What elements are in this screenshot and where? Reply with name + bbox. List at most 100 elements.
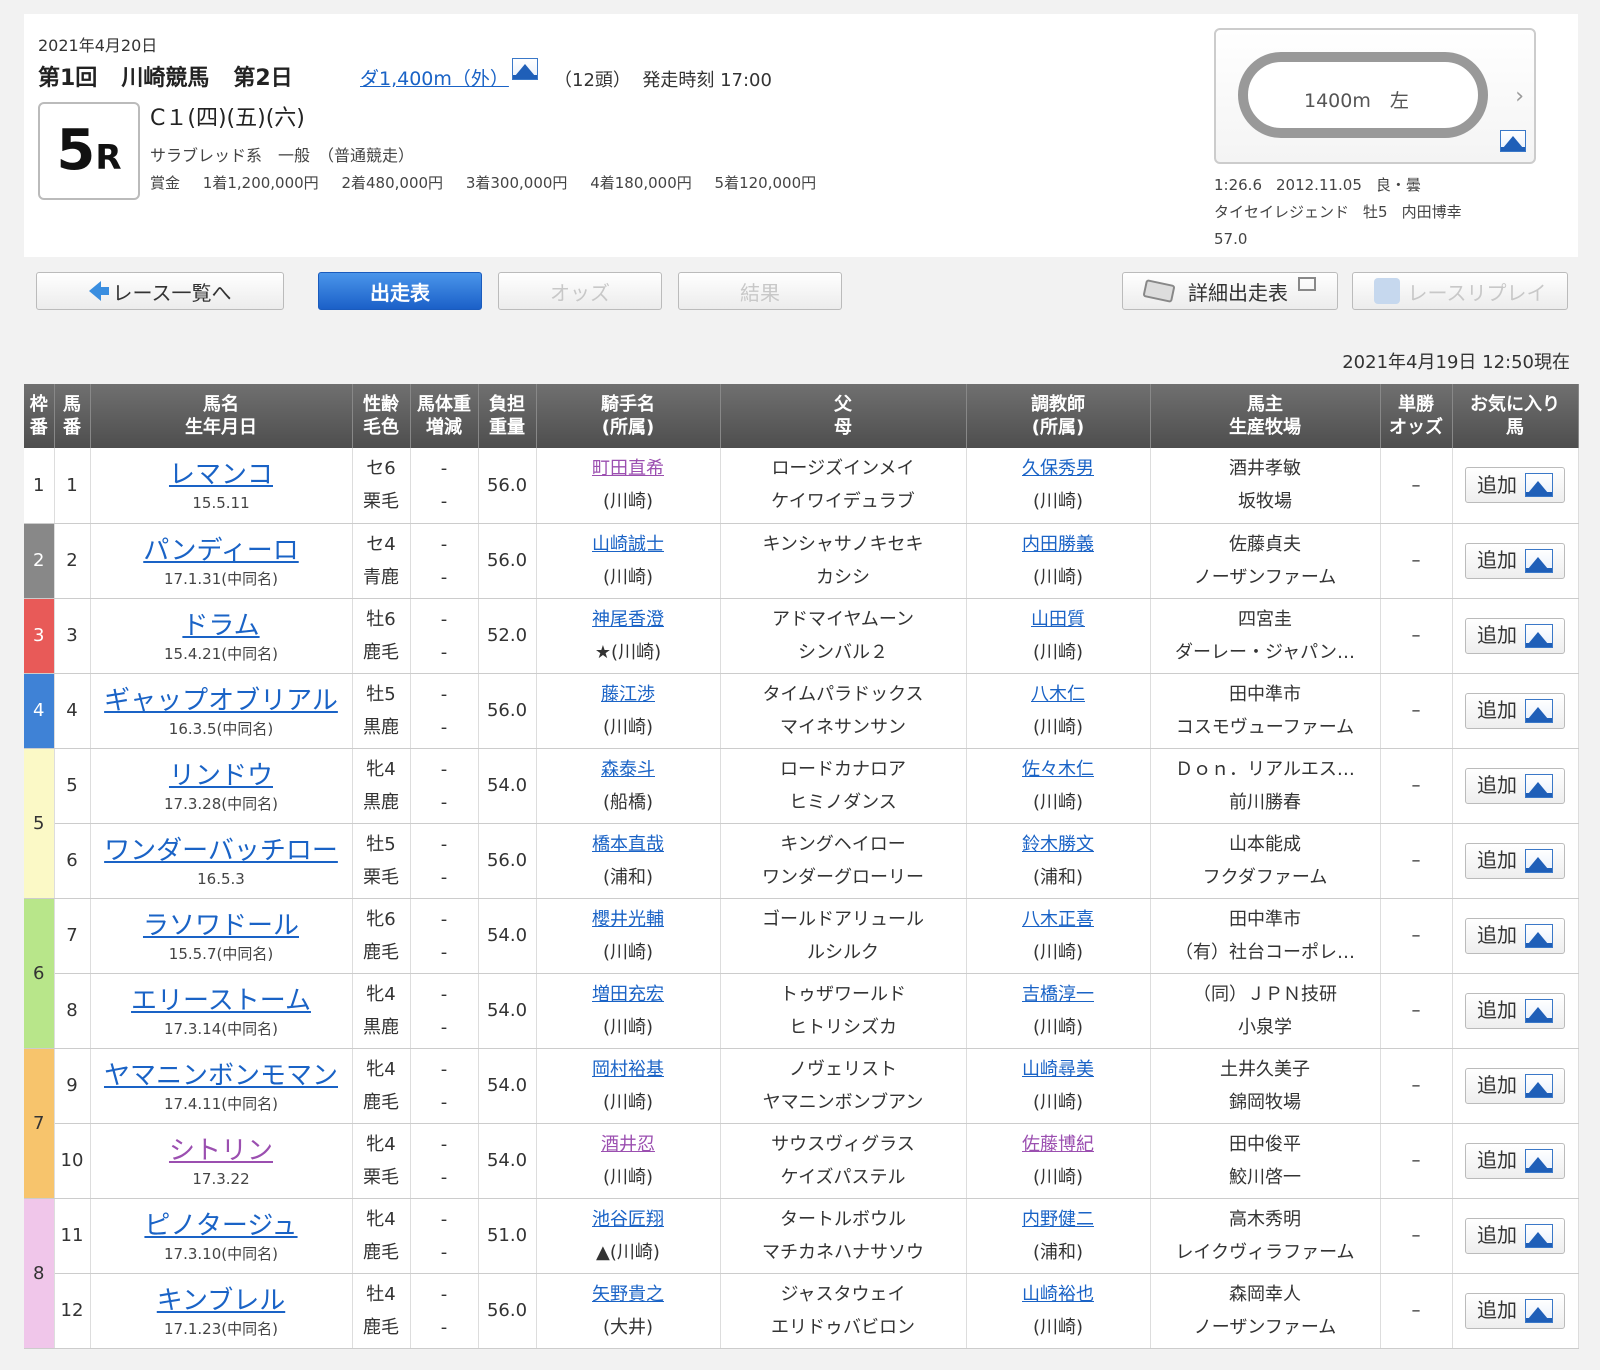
jockey-link[interactable]: 藤江渉 [601, 684, 655, 705]
jockey-link[interactable]: 池谷匠翔 [592, 1209, 664, 1230]
trainer-link[interactable]: 佐藤博紀 [1022, 1134, 1094, 1155]
jockey-cell: 岡村裕基 (川崎) [536, 1048, 721, 1124]
mountain-icon [1525, 1223, 1553, 1248]
jockey-cell: 町田直希 (川崎) [536, 448, 721, 524]
horse-name-link[interactable]: ラソワドール [95, 908, 348, 944]
win-odds: – [1380, 598, 1453, 674]
dam: シンバル２ [798, 641, 888, 663]
trainer-link[interactable]: 久保秀男 [1022, 458, 1094, 479]
add-favorite-button[interactable]: 追加 [1465, 992, 1565, 1029]
jockey-cell: 櫻井光輔 (川崎) [536, 898, 721, 974]
trainer-link[interactable]: 山崎尋美 [1022, 1059, 1094, 1080]
add-favorite-button[interactable]: 追加 [1465, 917, 1565, 954]
horse-name-link[interactable]: シトリン [95, 1133, 348, 1169]
favorite-cell: 追加 [1452, 823, 1579, 899]
horse-name-link[interactable]: ドラム [95, 608, 348, 644]
jockey-link[interactable]: 森泰斗 [601, 759, 655, 780]
record-time: 1:26.6 [1214, 176, 1262, 194]
trainer-link[interactable]: 吉橋淳一 [1022, 984, 1094, 1005]
weight-diff: - [440, 791, 448, 813]
dam: ケイワイデュラブ [771, 491, 915, 513]
col-number: 馬番 [54, 384, 91, 448]
burden-weight: 54.0 [478, 898, 537, 974]
horse-name-link[interactable]: ヤマニンボンモマン [95, 1058, 348, 1094]
horse-name-link[interactable]: レマンコ [95, 457, 348, 493]
sex-age: 牝4 [366, 1208, 396, 1230]
add-favorite-button[interactable]: 追加 [1465, 617, 1565, 654]
add-favorite-button[interactable]: 追加 [1465, 1142, 1565, 1179]
trainer-link[interactable]: 八木仁 [1031, 684, 1085, 705]
horse-name-link[interactable]: キンブレル [95, 1283, 348, 1319]
dam: マイネサンサン [780, 716, 906, 738]
chevron-right-icon[interactable]: › [1515, 84, 1524, 109]
jockey-affiliation: (浦和) [602, 866, 654, 888]
jockey-affiliation: (川崎) [609, 1241, 660, 1263]
trainer-link[interactable]: 佐々木仁 [1022, 759, 1094, 780]
horse-number: 6 [54, 823, 91, 899]
race-type: サラブレッド系 一般 （普通競走） [150, 146, 415, 165]
owner: 田中準市 [1229, 683, 1301, 705]
trainer-link[interactable]: 鈴木勝文 [1022, 834, 1094, 855]
parents-cell: タイムパラドックス マイネサンサン [720, 673, 967, 749]
jockey-link[interactable]: 櫻井光輔 [592, 909, 664, 930]
owner-cell: 酒井孝敏 坂牧場 [1150, 448, 1381, 524]
add-favorite-button[interactable]: 追加 [1465, 1067, 1565, 1104]
trainer-link[interactable]: 八木正喜 [1022, 909, 1094, 930]
tab-odds[interactable]: オッズ [498, 272, 662, 310]
owner: 山本能成 [1229, 833, 1301, 855]
breeder: 前川勝春 [1229, 791, 1301, 813]
jockey-link[interactable]: 町田直希 [592, 458, 664, 479]
meet-venue: 川崎競馬 [121, 66, 210, 91]
tab-entries[interactable]: 出走表 [318, 272, 482, 310]
sex-age: 牝4 [366, 758, 396, 780]
detail-entries-button[interactable]: 詳細出走表 [1122, 272, 1338, 310]
horse-name-link[interactable]: ワンダーバッチロー [95, 833, 348, 869]
jockey-link[interactable]: 酒井忍 [601, 1134, 655, 1155]
table-row: 11 レマンコ 15.5.11 セ6 栗毛 - -56.0 町田直希 (川崎) ロージズインメ… [24, 448, 1579, 524]
col-frame: 枠番 [24, 384, 55, 448]
distance-link[interactable]: ダ1,400m（外） [360, 64, 509, 91]
table-row: 12 キンブレル 17.1.23(中同名) 牡4 鹿毛 - -56.0 矢野貴之 (大井) ジ… [24, 1273, 1579, 1349]
sex-coat-cell: 牡4 鹿毛 [352, 1273, 411, 1349]
frame-cell: 3 [24, 598, 55, 674]
add-label: 追加 [1477, 1298, 1517, 1322]
race-list-button[interactable]: レース一覧へ [36, 272, 284, 310]
mountain-icon[interactable] [1500, 130, 1526, 152]
add-favorite-button[interactable]: 追加 [1465, 842, 1565, 879]
col-weight: 馬体重 増減 [410, 384, 479, 448]
race-replay-button[interactable]: レースリプレイ [1352, 272, 1568, 310]
sex-coat-cell: 牝4 栗毛 [352, 1123, 411, 1199]
trainer-link[interactable]: 山崎裕也 [1022, 1284, 1094, 1305]
dam: エリドゥバビロン [771, 1316, 915, 1338]
jockey-link[interactable]: 橋本直哉 [592, 834, 664, 855]
add-favorite-button[interactable]: 追加 [1465, 467, 1565, 504]
col-jockey: 騎手名 (所属) [536, 384, 721, 448]
parents-cell: サウスヴィグラス ケイズパステル [720, 1123, 967, 1199]
add-label: 追加 [1477, 1148, 1517, 1172]
jockey-link[interactable]: 山崎誠士 [592, 534, 664, 555]
add-favorite-button[interactable]: 追加 [1465, 692, 1565, 729]
horse-name-link[interactable]: エリーストーム [95, 983, 348, 1019]
horse-name-link[interactable]: リンドウ [95, 758, 348, 794]
add-favorite-button[interactable]: 追加 [1465, 767, 1565, 804]
tab-results[interactable]: 結果 [678, 272, 842, 310]
horse-name-link[interactable]: ピノタージュ [95, 1208, 348, 1244]
trainer-link[interactable]: 内野健二 [1022, 1209, 1094, 1230]
add-favorite-button[interactable]: 追加 [1465, 1217, 1565, 1254]
trainer-link[interactable]: 山田質 [1031, 609, 1085, 630]
body-weight: - [440, 1283, 448, 1305]
trainer-link[interactable]: 内田勝義 [1022, 534, 1094, 555]
jockey-link[interactable]: 岡村裕基 [592, 1059, 664, 1080]
coat-color: 青鹿 [363, 566, 399, 588]
course-map[interactable]: 1400m 左 › [1214, 28, 1536, 164]
mountain-icon[interactable] [512, 58, 538, 80]
jockey-link[interactable]: 増田充宏 [592, 984, 664, 1005]
add-favorite-button[interactable]: 追加 [1465, 1292, 1565, 1329]
add-favorite-button[interactable]: 追加 [1465, 542, 1565, 579]
jockey-link[interactable]: 矢野貴之 [592, 1284, 664, 1305]
horse-name-link[interactable]: ギャップオブリアル [95, 683, 348, 719]
trainer-cell: 八木正喜 (川崎) [966, 898, 1151, 974]
horse-name-link[interactable]: パンディーロ [95, 533, 348, 569]
jockey-link[interactable]: 神尾香澄 [592, 609, 664, 630]
horse-cell: ギャップオブリアル 16.3.5(中同名) [90, 673, 353, 749]
